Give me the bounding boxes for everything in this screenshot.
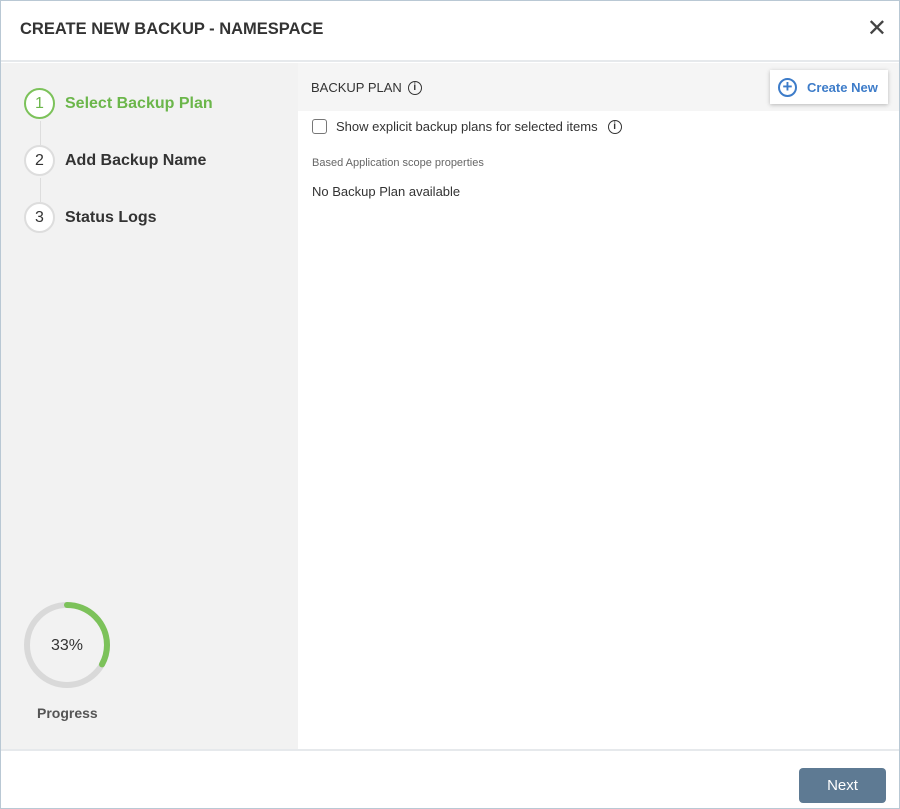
step-number: 2 bbox=[24, 145, 55, 176]
progress-ring: 33% bbox=[24, 602, 110, 688]
step-select-backup-plan[interactable]: 1 Select Backup Plan bbox=[24, 88, 213, 119]
dialog-header: CREATE NEW BACKUP - NAMESPACE ✕ bbox=[1, 1, 899, 62]
info-icon[interactable]: i bbox=[407, 80, 422, 95]
step-number: 1 bbox=[24, 88, 55, 119]
backup-plan-header: BACKUP PLAN i + Create New bbox=[298, 63, 899, 111]
create-new-label: Create New bbox=[807, 79, 878, 95]
close-icon[interactable]: ✕ bbox=[867, 17, 887, 41]
step-connector bbox=[40, 178, 41, 202]
progress-label: Progress bbox=[37, 705, 98, 721]
explicit-plans-label[interactable]: Show explicit backup plans for selected … bbox=[336, 119, 598, 134]
step-add-backup-name[interactable]: 2 Add Backup Name bbox=[24, 145, 206, 176]
step-status-logs[interactable]: 3 Status Logs bbox=[24, 202, 157, 233]
scope-text: Based Application scope properties bbox=[312, 157, 484, 169]
dialog-footer: Next bbox=[1, 749, 899, 809]
progress-percent: 33% bbox=[51, 637, 83, 654]
backup-plan-title: BACKUP PLAN bbox=[311, 80, 402, 95]
step-label: Add Backup Name bbox=[65, 151, 207, 169]
explicit-plans-row: Show explicit backup plans for selected … bbox=[312, 119, 622, 134]
next-button[interactable]: Next bbox=[799, 768, 886, 803]
backup-plan-title-row: BACKUP PLAN i bbox=[311, 80, 422, 95]
step-label: Select Backup Plan bbox=[65, 94, 213, 112]
step-number: 3 bbox=[24, 202, 55, 233]
plus-circle-icon: + bbox=[778, 77, 797, 97]
info-icon[interactable]: i bbox=[607, 119, 622, 134]
step-connector bbox=[40, 121, 41, 145]
explicit-plans-checkbox[interactable] bbox=[312, 119, 327, 134]
step-label: Status Logs bbox=[65, 208, 157, 226]
create-backup-dialog: CREATE NEW BACKUP - NAMESPACE ✕ 1 Select… bbox=[0, 0, 900, 809]
create-new-button[interactable]: + Create New bbox=[770, 70, 888, 104]
empty-state-text: No Backup Plan available bbox=[312, 184, 461, 199]
backup-plan-panel: BACKUP PLAN i + Create New Show explicit… bbox=[298, 63, 899, 749]
dialog-title: CREATE NEW BACKUP - NAMESPACE bbox=[20, 20, 324, 38]
